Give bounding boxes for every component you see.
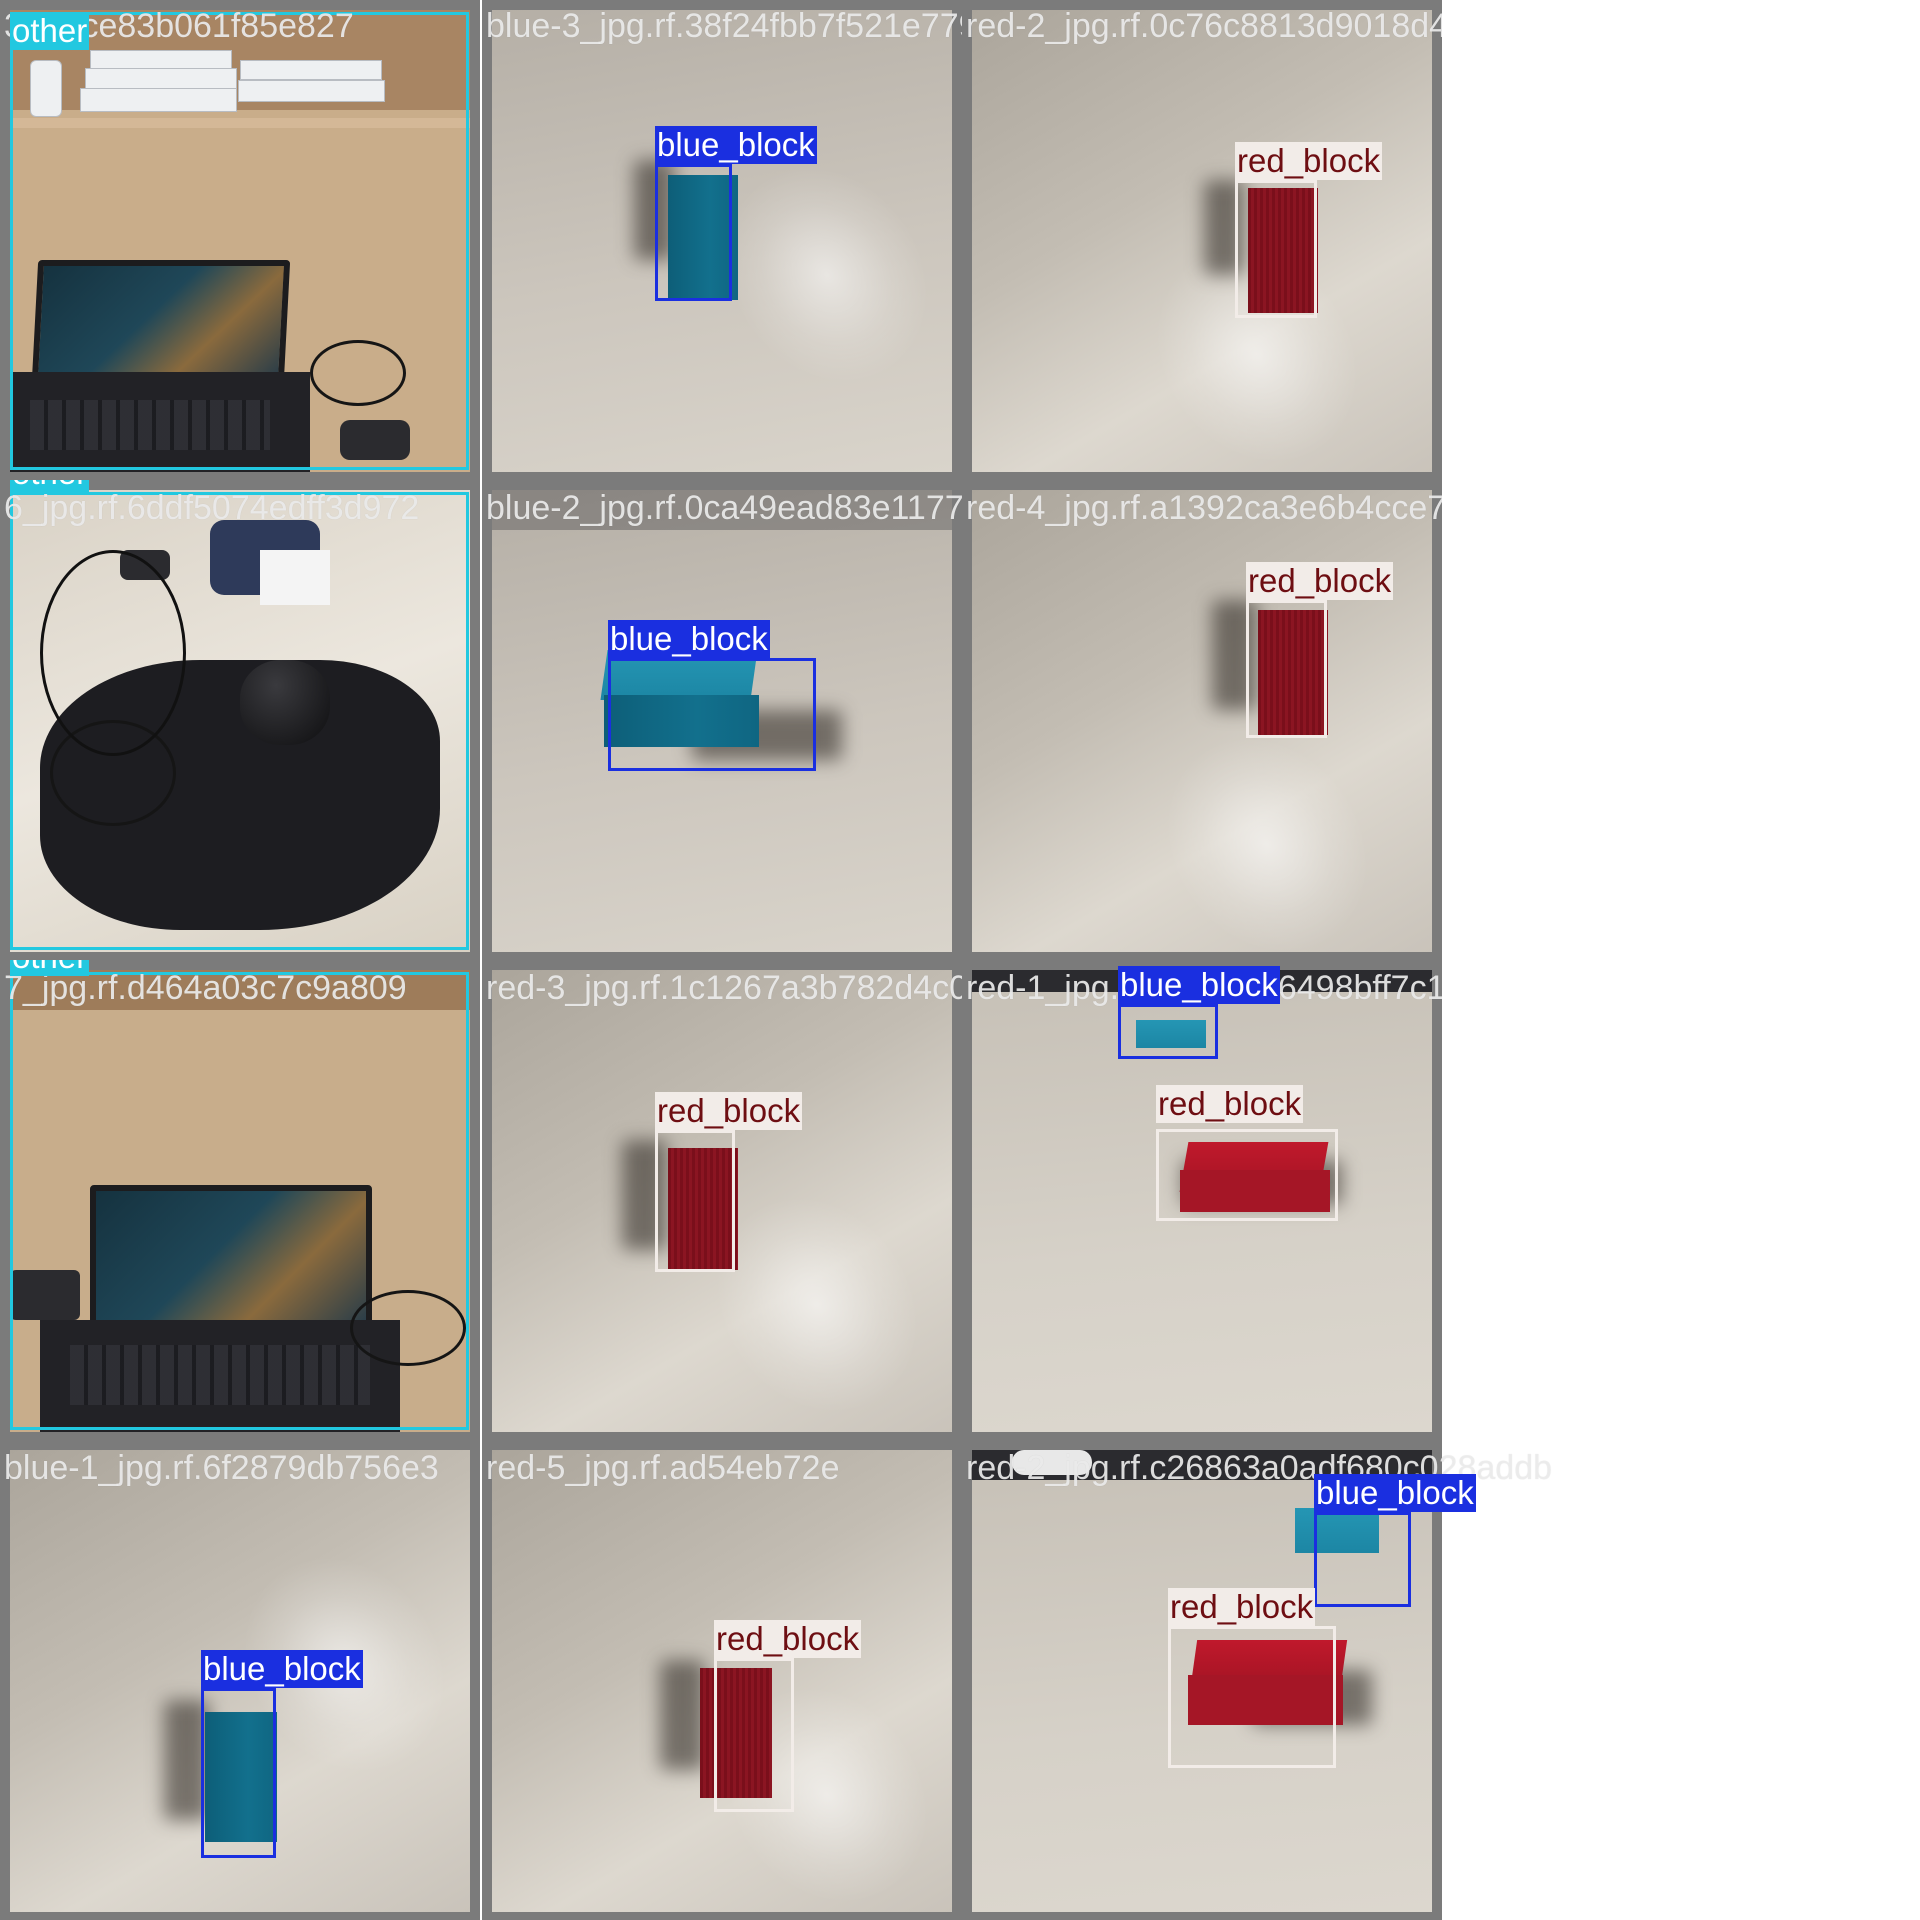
class-label-blue-block: blue_block (608, 620, 770, 658)
class-label-red-block: red_block (1246, 562, 1394, 600)
bbox-blue-block (1118, 1004, 1218, 1059)
tile-9: red-1_jpg.rf.c6243cd6498bff7c1556d blue_… (962, 960, 1442, 1440)
filename-label: blue-1_jpg.rf.6f2879db756e3 (4, 1449, 439, 1487)
filename-label: blue-3_jpg.rf.38f24fbb7f521e779ad52bf0ff… (486, 7, 962, 45)
class-label-blue-block: blue_block (201, 1650, 363, 1688)
class-label-other: other (10, 12, 90, 50)
tile-12: red-2_jpg.rf.c26863a0adf680c028addb blue… (962, 1440, 1552, 1920)
bbox-blue-block (655, 164, 732, 301)
tile-6: red-4_jpg.rf.a1392ca3e6b4cce73dcec411b r… (962, 480, 1442, 960)
bbox-red-block (1156, 1129, 1338, 1221)
bbox-red-block (1168, 1626, 1336, 1768)
bbox-red-block (1246, 600, 1327, 738)
class-label-red-block: red_block (1235, 142, 1383, 180)
class-label-red-block: red_block (1156, 1085, 1304, 1123)
tile-8: red-3_jpg.rf.1c1267a3b782d4c04c6ffc6243c… (482, 960, 962, 1440)
class-label-red-block: red_block (1168, 1588, 1316, 1626)
tile-10: blue-1_jpg.rf.6f2879db756e3 blue_block (0, 1440, 480, 1920)
filename-label: 6_jpg.rf.6ddf5074edff3d972 (4, 489, 420, 527)
bbox-blue-block (201, 1688, 276, 1858)
class-label-red-block: red_block (655, 1092, 803, 1130)
bbox-blue-block (1314, 1512, 1411, 1607)
filename-label: red-2_jpg.rf.0c76c8813d9018d45156258af1a… (966, 7, 1442, 45)
tile-3: red-2_jpg.rf.0c76c8813d9018d45156258af1a… (962, 0, 1442, 480)
tile-5: blue-2_jpg.rf.0ca49ead83e1177f7295f5e2a1… (482, 480, 962, 960)
bbox-blue-block (608, 658, 816, 771)
tile-1: 3.rf.0ce83b061f85e827 other (0, 0, 480, 480)
photo-table (972, 490, 1432, 952)
tile-11: red-5_jpg.rf.ad54eb72e red_block (482, 1440, 962, 1920)
class-label-other: other (10, 480, 90, 492)
filename-label: red-3_jpg.rf.1c1267a3b782d4c04c6ffc6243c… (486, 969, 962, 1007)
bbox-other (10, 492, 469, 950)
filename-label: red-4_jpg.rf.a1392ca3e6b4cce73dcec411b (966, 489, 1442, 527)
bbox-red-block (714, 1658, 794, 1812)
bbox-red-block (655, 1130, 735, 1272)
class-label-other: other (10, 960, 90, 976)
class-label-blue-block: blue_block (1118, 966, 1280, 1004)
tile-2: blue-3_jpg.rf.38f24fbb7f521e779ad52bf0ff… (482, 0, 962, 480)
filename-label: blue-2_jpg.rf.0ca49ead83e1177f7295f5e2a1… (486, 489, 962, 527)
bbox-red-block (1235, 180, 1317, 318)
bbox-other (10, 12, 469, 470)
class-label-red-block: red_block (714, 1620, 862, 1658)
photo-table (972, 10, 1432, 472)
class-label-blue-block: blue_block (1314, 1474, 1476, 1512)
tile-4: 6_jpg.rf.6ddf5074edff3d972 other (0, 480, 480, 960)
class-label-blue-block: blue_block (655, 126, 817, 164)
bbox-other (10, 972, 469, 1430)
tile-7: 7_jpg.rf.d464a03c7c9a809 other (0, 960, 480, 1440)
filename-label: red-5_jpg.rf.ad54eb72e (486, 1449, 840, 1487)
